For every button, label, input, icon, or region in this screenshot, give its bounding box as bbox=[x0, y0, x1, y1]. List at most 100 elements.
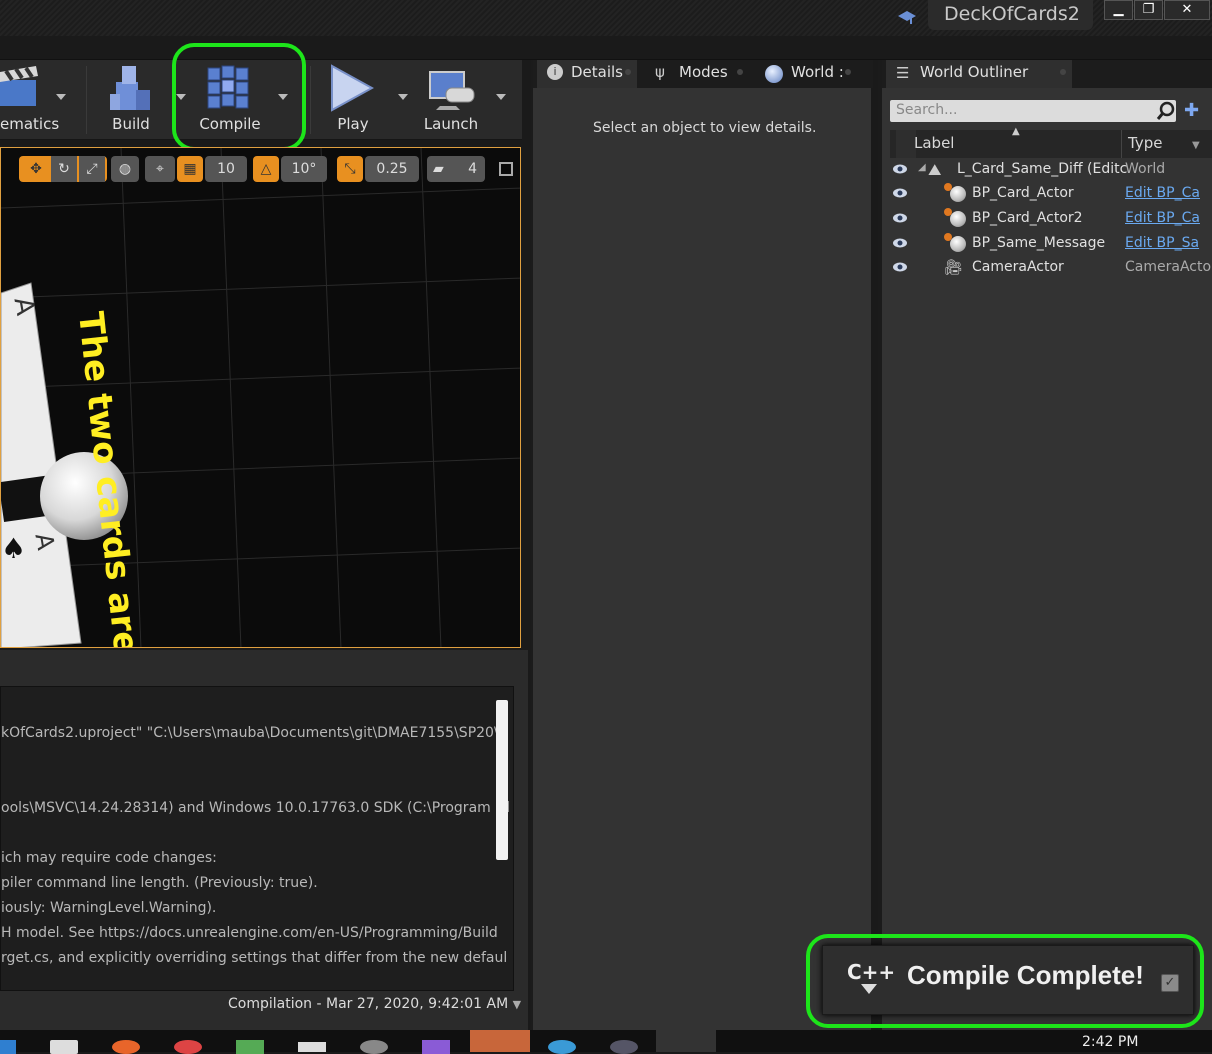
world-local-icon[interactable]: ◍ bbox=[111, 156, 139, 182]
build-label: Build bbox=[112, 115, 150, 133]
visibility-column bbox=[896, 130, 916, 158]
compilation-status-dropdown[interactable]: Compilation - Mar 27, 2020, 9:42:01 AM ▼ bbox=[228, 996, 521, 1012]
outliner-row-type: World bbox=[1125, 161, 1166, 177]
compilation-status: Compilation - Mar 27, 2020, 9:42:01 AM bbox=[228, 996, 509, 1012]
column-divider[interactable] bbox=[1121, 130, 1122, 158]
eye-icon[interactable] bbox=[892, 237, 908, 249]
tab-world-label: World : bbox=[791, 63, 844, 81]
world-icon: ⛰ bbox=[928, 160, 942, 179]
chevron-down-icon[interactable] bbox=[496, 94, 506, 100]
type-column-header[interactable]: Type bbox=[1128, 134, 1162, 152]
blueprint-sphere-icon bbox=[950, 211, 966, 227]
outliner-row-label: CameraActor bbox=[972, 259, 1064, 275]
label-column-header[interactable]: Label bbox=[914, 134, 954, 152]
list-icon: ☰ bbox=[896, 64, 910, 82]
chevron-down-icon[interactable] bbox=[56, 94, 66, 100]
outliner-column-header: Label ▲ Type ▼ bbox=[890, 126, 1212, 158]
edit-blueprint-link[interactable]: Edit BP_Ca bbox=[1125, 210, 1212, 226]
outliner-row-label: BP_Card_Actor2 bbox=[972, 210, 1083, 226]
log-line: H model. See https://docs.unrealengine.c… bbox=[1, 925, 498, 941]
chevron-down-icon[interactable] bbox=[398, 94, 408, 100]
camera-icon: ▰ bbox=[433, 161, 444, 177]
grid-snap-icon[interactable]: ▦ bbox=[177, 156, 203, 182]
chevron-down-icon: ▼ bbox=[512, 998, 522, 1011]
rotate-icon[interactable]: ↻ bbox=[51, 156, 77, 182]
log-line: kOfCards2.uproject" "C:\Users\mauba\Docu… bbox=[1, 725, 499, 741]
modes-icon: ψ bbox=[655, 63, 665, 81]
edit-blueprint-link[interactable]: Edit BP_Sa bbox=[1125, 235, 1212, 251]
play-button[interactable]: Play bbox=[318, 60, 408, 140]
move-icon[interactable]: ✥ bbox=[23, 156, 49, 182]
surface-snap-icon[interactable]: ⌖ bbox=[145, 156, 175, 182]
outliner-row-actor[interactable]: 🎥︎ CameraActor CameraActor bbox=[882, 256, 1212, 281]
tab-modes[interactable]: ψ Modes bbox=[645, 60, 749, 88]
blueprint-badge-icon bbox=[944, 233, 952, 241]
launch-button[interactable]: Launch bbox=[416, 60, 506, 140]
viewport-scene: A A ♠ The two cards are bbox=[1, 148, 520, 647]
cinematics-button[interactable]: ematics bbox=[0, 60, 72, 140]
scale-snap-icon[interactable]: ⤡ bbox=[337, 156, 363, 182]
close-icon[interactable] bbox=[845, 69, 851, 75]
log-line: ools\MSVC\14.24.28314) and Windows 10.0.… bbox=[1, 800, 511, 816]
log-output[interactable]: kOfCards2.uproject" "C:\Users\mauba\Docu… bbox=[0, 686, 514, 991]
info-icon: i bbox=[547, 64, 563, 80]
launch-label: Launch bbox=[423, 115, 479, 133]
compile-highlight bbox=[172, 43, 306, 151]
search-icon[interactable] bbox=[1156, 101, 1176, 121]
log-line: piler command line length. (Previously: … bbox=[1, 875, 318, 891]
level-viewport[interactable]: A A ♠ The two cards are ✥ ↻ ⤢ ◍ ⌖ ▦ 10 △… bbox=[0, 147, 521, 648]
world-outliner-panel: ☰ World Outliner Search... ✚ Label ▲ Typ… bbox=[878, 60, 1212, 1030]
explorer-icon[interactable] bbox=[298, 1042, 326, 1052]
cinematics-label: ematics bbox=[0, 115, 60, 133]
build-button[interactable]: Build bbox=[96, 60, 186, 140]
scale-icon[interactable]: ⤢ bbox=[79, 156, 105, 182]
grid-value[interactable]: 10 bbox=[205, 156, 247, 182]
minimize-button[interactable]: ▁ bbox=[1104, 0, 1133, 20]
play-label: Play bbox=[337, 115, 369, 133]
eye-icon[interactable] bbox=[892, 261, 908, 273]
unreal-logo-icon bbox=[896, 6, 918, 28]
maximize-viewport-icon[interactable] bbox=[499, 162, 513, 176]
chevron-down-icon[interactable]: ▼ bbox=[1192, 140, 1200, 151]
unreal-taskbar-icon[interactable] bbox=[656, 1030, 716, 1052]
restore-button[interactable]: ❐ bbox=[1134, 0, 1163, 20]
close-icon[interactable] bbox=[625, 69, 631, 75]
edit-blueprint-link[interactable]: Edit BP_Ca bbox=[1125, 185, 1212, 201]
svg-text:♠: ♠ bbox=[1, 532, 26, 565]
tab-world-settings[interactable]: World : bbox=[757, 60, 857, 88]
eye-icon[interactable] bbox=[892, 187, 908, 199]
globe-icon bbox=[765, 65, 783, 83]
eye-icon[interactable] bbox=[892, 212, 908, 224]
view-options-icon[interactable]: ✚ bbox=[1184, 100, 1206, 122]
clapperboard-icon bbox=[0, 66, 38, 106]
slack-icon[interactable] bbox=[470, 1030, 530, 1052]
compiler-log-panel: kOfCards2.uproject" "C:\Users\mauba\Docu… bbox=[0, 650, 528, 1030]
rotation-value[interactable]: 10° bbox=[281, 156, 327, 182]
tab-modes-label: Modes bbox=[679, 63, 728, 81]
transform-tools[interactable]: ✥ ↻ ⤢ bbox=[19, 156, 107, 182]
outliner-row-actor[interactable]: BP_Card_Actor Edit BP_Ca bbox=[882, 182, 1212, 207]
close-button[interactable]: ✕ bbox=[1164, 0, 1210, 20]
play-icon bbox=[331, 64, 374, 112]
details-panel: i Details ψ Modes World : Select an obje… bbox=[531, 60, 873, 1030]
camera-speed-button[interactable]: ▰ 4 bbox=[427, 156, 485, 182]
rotation-snap-icon[interactable]: △ bbox=[253, 156, 279, 182]
outliner-row-label: BP_Same_Message bbox=[972, 235, 1106, 251]
collapse-arrow-icon[interactable]: ◢ bbox=[918, 162, 926, 173]
eye-icon[interactable] bbox=[892, 163, 908, 175]
outliner-row-type: CameraActor bbox=[1125, 259, 1212, 275]
window-title: DeckOfCards2 bbox=[928, 0, 1093, 30]
outliner-row-actor[interactable]: BP_Same_Message Edit BP_Sa bbox=[882, 232, 1212, 257]
log-line: rget.cs, and explicitly overriding setti… bbox=[1, 950, 508, 966]
taskbar-clock: 2:42 PM bbox=[1082, 1034, 1139, 1050]
outliner-row-actor[interactable]: BP_Card_Actor2 Edit BP_Ca bbox=[882, 207, 1212, 232]
tab-world-outliner[interactable]: ☰ World Outliner bbox=[886, 60, 1072, 88]
outliner-search-input[interactable]: Search... bbox=[890, 100, 1176, 122]
log-scrollbar[interactable] bbox=[496, 700, 508, 860]
scale-value[interactable]: 0.25 bbox=[365, 156, 419, 182]
tab-details[interactable]: i Details bbox=[537, 60, 637, 88]
close-icon[interactable] bbox=[1060, 69, 1066, 75]
close-icon[interactable] bbox=[737, 69, 743, 75]
taskbar bbox=[0, 1030, 1212, 1054]
outliner-row-world[interactable]: ◢ ⛰ L_Card_Same_Diff (Editc World bbox=[882, 158, 1212, 183]
